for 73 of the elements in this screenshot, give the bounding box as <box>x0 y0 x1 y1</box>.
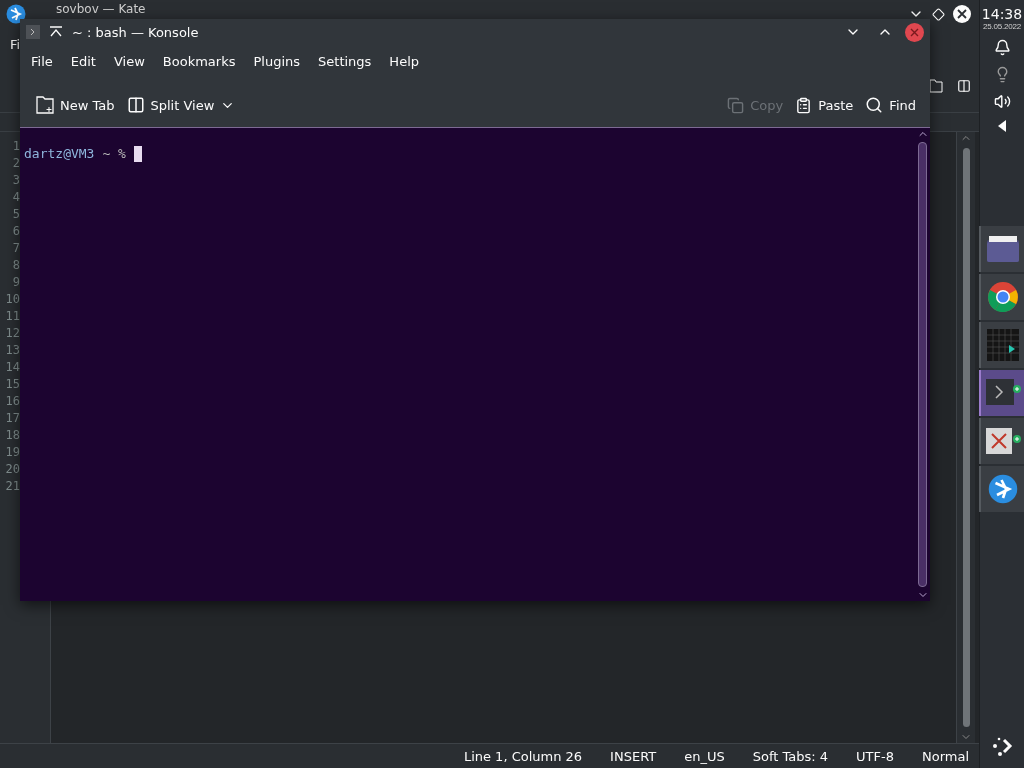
menu-item[interactable]: Plugins <box>244 49 310 73</box>
line-number: 21 <box>4 478 20 495</box>
app-logo-icon <box>6 4 26 24</box>
collapse-arrow-icon[interactable] <box>998 120 1006 132</box>
clock-date: 25.05.2022 <box>982 22 1021 31</box>
menu-item[interactable]: Help <box>380 49 428 73</box>
split-view-icon[interactable] <box>957 79 971 93</box>
new-tab-button[interactable]: New Tab <box>30 92 121 118</box>
volume-icon[interactable] <box>993 93 1011 110</box>
split-view-icon <box>126 96 145 114</box>
line-number: 18 <box>4 427 20 444</box>
paste-button[interactable]: Paste <box>789 92 860 118</box>
line-number: 15 <box>4 376 20 393</box>
window-title: ~ : bash — Konsole <box>72 24 199 40</box>
split-view-button[interactable]: Split View <box>120 92 221 118</box>
app-logo-icon <box>988 474 1018 504</box>
line-number: 17 <box>4 410 20 427</box>
folder-icon[interactable] <box>987 236 1019 262</box>
status-item[interactable]: INSERT <box>610 748 657 764</box>
folder-tab-icon[interactable] <box>929 79 943 93</box>
line-number: 14 <box>4 359 20 376</box>
line-number: 10 <box>4 291 20 308</box>
line-number: 8 <box>11 257 20 274</box>
status-item[interactable]: en_US <box>684 748 725 764</box>
task-entry[interactable] <box>979 370 1024 416</box>
line-number: 20 <box>4 461 20 478</box>
new-tab-icon <box>36 96 54 114</box>
scrollbar-thumb[interactable] <box>962 148 970 727</box>
copy-icon <box>727 96 745 114</box>
close-icon[interactable] <box>953 5 971 23</box>
menu-item[interactable]: Settings <box>309 49 381 73</box>
line-number: 19 <box>4 444 20 461</box>
clock-time[interactable]: 14:38 <box>981 6 1023 22</box>
line-number: 11 <box>4 308 20 325</box>
task-entry[interactable] <box>979 466 1024 512</box>
line-number: 1 <box>11 138 20 155</box>
menu-item[interactable]: Bookmarks <box>153 49 245 73</box>
line-number: 16 <box>4 393 20 410</box>
bell-icon[interactable] <box>993 39 1011 56</box>
status-item[interactable]: Soft Tabs: 4 <box>752 748 829 764</box>
menu-item[interactable]: File <box>22 49 62 73</box>
line-number: 2 <box>11 155 20 172</box>
find-button[interactable]: Find <box>859 92 922 118</box>
line-number: 12 <box>4 325 20 342</box>
text-cursor <box>133 146 142 162</box>
task-entry[interactable] <box>979 226 1024 272</box>
scrollbar-thumb[interactable] <box>918 142 927 587</box>
prompt-path: ~ % <box>102 146 126 161</box>
line-number: 13 <box>4 342 20 359</box>
menu-item[interactable]: Fi <box>10 36 21 52</box>
terminal-icon <box>26 25 40 39</box>
paste-icon <box>795 96 813 114</box>
window-title: sovbov — Kate <box>56 2 146 16</box>
menu-item[interactable]: View <box>104 49 154 73</box>
pin-icon[interactable] <box>48 25 64 39</box>
task-entry[interactable] <box>979 274 1024 320</box>
cross-app-icon[interactable] <box>984 425 1022 457</box>
line-number: 6 <box>11 223 20 240</box>
search-icon <box>865 96 884 114</box>
line-number: 7 <box>11 240 20 257</box>
status-item[interactable]: UTF-8 <box>856 748 894 764</box>
line-number: 9 <box>11 274 20 291</box>
line-number: 5 <box>11 206 20 223</box>
keep-above-icon[interactable] <box>932 7 945 21</box>
menu-item[interactable]: Edit <box>61 49 105 73</box>
line-number: 3 <box>11 172 20 189</box>
status-item[interactable]: Line 1, Column 26 <box>463 748 583 764</box>
chart-grid-icon[interactable] <box>987 329 1019 361</box>
prompt-user-host: dartz@VM3 <box>24 146 95 161</box>
browser-icon[interactable] <box>987 281 1019 313</box>
task-entry[interactable] <box>979 418 1024 464</box>
status-item[interactable]: Normal <box>921 748 969 764</box>
line-number: 4 <box>11 189 20 206</box>
